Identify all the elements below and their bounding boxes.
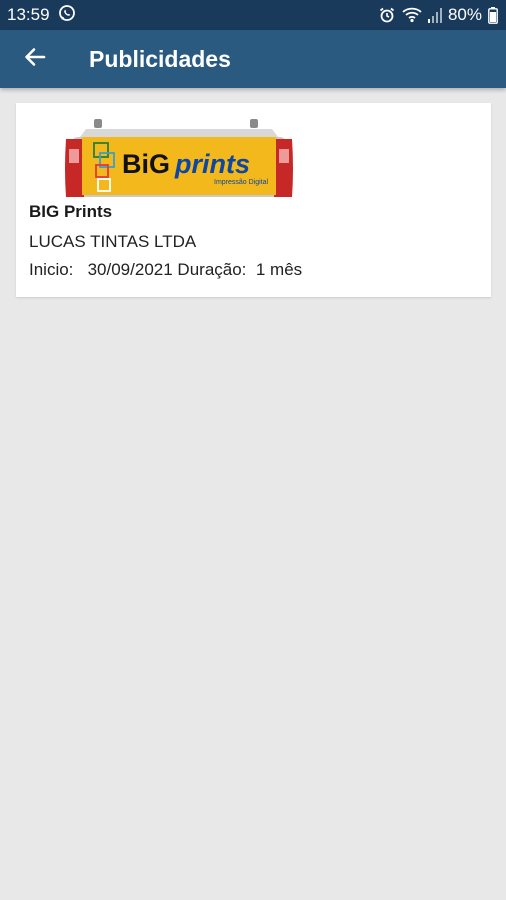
back-button[interactable]: [18, 42, 52, 76]
svg-text:Impressão Digital: Impressão Digital: [214, 179, 269, 186]
ad-card[interactable]: BiG prints Impressão Digital BIG Prints …: [16, 103, 491, 297]
duration-label: Duração:: [177, 260, 247, 279]
ad-title: BIG Prints: [29, 202, 113, 221]
battery-percent: 80%: [447, 5, 482, 24]
duration-value: 1 mês: [255, 260, 303, 279]
ad-image: BiG prints Impressão Digital: [64, 109, 294, 201]
start-label: Inicio:: [29, 260, 74, 279]
ad-company: LUCAS TINTAS LTDA: [29, 232, 197, 251]
signal-icon: [427, 7, 442, 23]
status-bar: 13:59 80%: [0, 0, 506, 30]
wifi-icon: [402, 7, 422, 23]
ad-meta: Inicio: 30/09/2021 Duração: 1 mês: [29, 260, 302, 280]
alarm-icon: [378, 6, 396, 24]
svg-text:prints: prints: [174, 149, 250, 179]
status-time: 13:59: [7, 5, 50, 24]
arrow-left-icon: [23, 45, 47, 74]
start-date: 30/09/2021: [87, 260, 173, 279]
page-title: Publicidades: [89, 45, 231, 72]
svg-text:BiG: BiG: [122, 149, 170, 179]
whatsapp-icon: [58, 4, 76, 27]
app-bar: Publicidades: [0, 30, 506, 88]
battery-icon: [488, 6, 498, 24]
